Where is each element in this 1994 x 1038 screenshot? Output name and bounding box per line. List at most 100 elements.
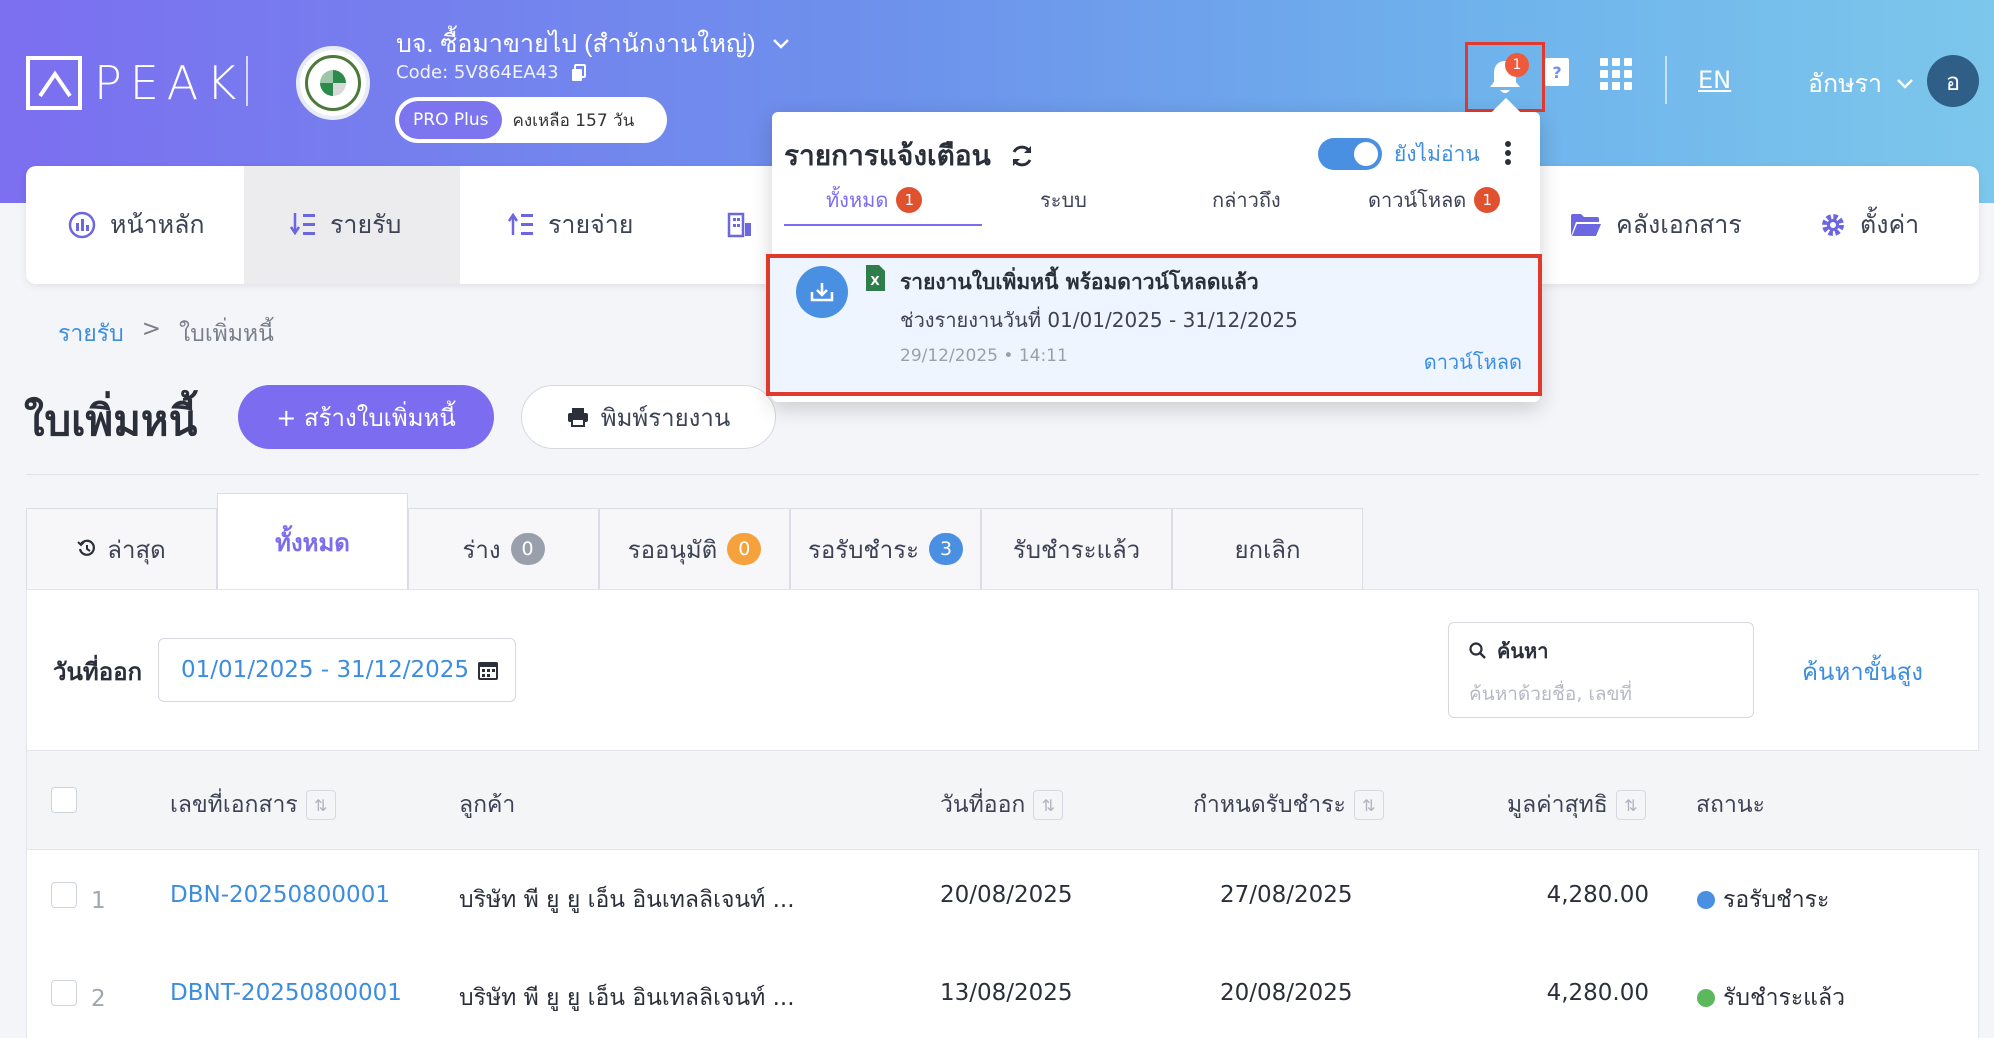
status-dot xyxy=(1697,891,1715,909)
column-amount[interactable]: มูลค่าสุทธิ ⇅ xyxy=(1507,787,1646,823)
column-due-date[interactable]: กำหนดรับชำระ ⇅ xyxy=(1193,787,1384,823)
nav-item-income[interactable]: รายรับ xyxy=(244,166,460,284)
nav-item-expense[interactable]: รายจ่าย xyxy=(508,166,633,284)
calendar-icon xyxy=(478,662,498,680)
refresh-icon[interactable] xyxy=(1009,143,1035,169)
tab-awaiting-payment[interactable]: รอรับชำระ 3 xyxy=(790,508,981,590)
advanced-search-link[interactable]: ค้นหาขั้นสูง xyxy=(1802,652,1923,691)
nav-item-home[interactable]: หน้าหลัก xyxy=(68,166,205,284)
peak-logo[interactable]: PEAK xyxy=(26,56,244,110)
company-code-text: Code: 5V864EA43 xyxy=(396,62,559,83)
logo-mark-icon xyxy=(26,56,82,110)
notification-dropdown: รายการแจ้งเตือน ยังไม่อ่าน ทั้งหมด 1 ระบ… xyxy=(766,112,1542,402)
nav-item-settings[interactable]: ตั้งค่า xyxy=(1820,166,1919,284)
building-icon xyxy=(727,212,751,238)
tab-label: รอรับชำระ xyxy=(808,535,919,564)
svg-text:?: ? xyxy=(1552,63,1561,82)
column-issue-date[interactable]: วันที่ออก ⇅ xyxy=(940,787,1064,823)
language-switch[interactable]: EN xyxy=(1698,66,1731,94)
table-header: เลขที่เอกสาร ⇅ ลูกค้า วันที่ออก ⇅ กำหนดรับ… xyxy=(27,750,1980,850)
doc-number-link[interactable]: DBN-20250800001 xyxy=(170,882,390,908)
tab-label: รออนุมัติ xyxy=(627,535,718,564)
row-checkbox[interactable] xyxy=(51,882,77,908)
notif-tab-label: ดาวน์โหลด xyxy=(1368,188,1467,212)
page-title: ใบเพิ่มหนี้ xyxy=(24,396,198,445)
column-label: วันที่ออก xyxy=(940,792,1026,818)
tab-paid[interactable]: รับชำระแล้ว xyxy=(981,508,1172,590)
header-divider xyxy=(246,56,248,106)
plan-remaining: คงเหลือ 157 วัน xyxy=(512,110,635,131)
notification-item[interactable]: X รายงานใบเพิ่มหนี้ พร้อมดาวน์โหลดแล้ว ช… xyxy=(766,254,1542,396)
column-doc-no[interactable]: เลขที่เอกสาร ⇅ xyxy=(170,787,336,823)
plan-label: PRO Plus xyxy=(399,101,503,139)
notif-tab-mentions[interactable]: กล่าวถึง xyxy=(1212,184,1281,216)
tab-draft[interactable]: ร่าง 0 xyxy=(408,508,599,590)
count-badge: 3 xyxy=(928,533,963,565)
tab-label: รับชำระแล้ว xyxy=(1012,535,1141,564)
date-range-picker[interactable]: 01/01/2025 - 31/12/2025 xyxy=(158,638,516,702)
tab-awaiting-approval[interactable]: รออนุมัติ 0 xyxy=(599,508,790,590)
sort-icon[interactable]: ⇅ xyxy=(1615,790,1646,820)
row-checkbox[interactable] xyxy=(51,980,77,1006)
nav-label: รายจ่าย xyxy=(548,210,634,239)
company-switcher[interactable]: บจ. ซื้อมาขายไป (สำนักงานใหญ่) xyxy=(396,24,790,64)
more-options-icon[interactable] xyxy=(1504,140,1512,166)
tab-label: ล่าสุด xyxy=(107,535,166,564)
notif-tab-downloads[interactable]: ดาวน์โหลด 1 xyxy=(1368,184,1501,216)
user-menu[interactable]: อักษรา xyxy=(1808,64,1914,104)
plan-badge[interactable]: PRO Plus คงเหลือ 157 วัน xyxy=(395,97,667,143)
chart-icon xyxy=(68,211,96,239)
status-text: รับชำระแล้ว xyxy=(1723,985,1846,1011)
company-logo[interactable] xyxy=(296,46,370,120)
nav-label: รายรับ xyxy=(330,210,402,239)
net-amount: 4,280.00 xyxy=(1546,980,1649,1006)
avatar[interactable]: อ xyxy=(1927,55,1979,107)
print-report-button[interactable]: พิมพ์รายงาน xyxy=(521,385,776,449)
nav-item-documents[interactable]: คลังเอกสาร xyxy=(1570,166,1742,284)
column-label: สถานะ xyxy=(1696,792,1765,818)
notification-item-title: รายงานใบเพิ่มหนี้ พร้อมดาวน์โหลดแล้ว xyxy=(900,270,1259,294)
date-range-value: 01/01/2025 - 31/12/2025 xyxy=(181,657,470,683)
issue-date: 20/08/2025 xyxy=(940,882,1073,908)
apps-grid-icon[interactable] xyxy=(1600,58,1632,90)
tab-latest[interactable]: ล่าสุด xyxy=(26,508,217,590)
folder-icon xyxy=(1571,214,1601,236)
tab-label: ร่าง xyxy=(462,535,501,564)
table-row[interactable]: 2 DBNT-20250800001 บริษัท พี ยู ยู เอ็น … xyxy=(27,948,1980,1038)
breadcrumb-parent[interactable]: รายรับ xyxy=(58,316,124,352)
unread-toggle[interactable] xyxy=(1318,138,1382,170)
copy-icon[interactable] xyxy=(571,63,587,82)
table-row[interactable]: 1 DBN-20250800001 บริษัท พี ยู ยู เอ็น อ… xyxy=(27,850,1980,948)
doc-number-link[interactable]: DBNT-20250800001 xyxy=(170,980,402,1006)
notif-tab-system[interactable]: ระบบ xyxy=(1040,184,1087,216)
status-badge: รับชำระแล้ว xyxy=(1697,980,1845,1016)
nav-item-assets[interactable] xyxy=(726,166,768,284)
count-badge: 1 xyxy=(1474,187,1501,213)
tab-cancelled[interactable]: ยกเลิก xyxy=(1172,508,1363,590)
status-text: รอรับชำระ xyxy=(1723,887,1830,913)
sort-icon[interactable]: ⇅ xyxy=(1033,790,1064,820)
download-link[interactable]: ดาวน์โหลด xyxy=(1424,346,1522,378)
create-button-label: + สร้างใบเพิ่มหนี้ xyxy=(276,403,456,432)
company-name: บจ. ซื้อมาขายไป (สำนักงานใหญ่) xyxy=(396,30,756,58)
net-amount: 4,280.00 xyxy=(1546,882,1649,908)
notif-tab-all[interactable]: ทั้งหมด 1 xyxy=(826,184,923,216)
column-label: กำหนดรับชำระ xyxy=(1193,792,1346,818)
gear-icon xyxy=(1822,214,1844,236)
sort-icon[interactable]: ⇅ xyxy=(1353,790,1384,820)
nav-label: คลังเอกสาร xyxy=(1616,210,1742,239)
excel-file-icon: X xyxy=(866,265,885,291)
count-badge: 0 xyxy=(510,533,545,565)
tab-all[interactable]: ทั้งหมด xyxy=(217,493,408,591)
print-button-label: พิมพ์รายงาน xyxy=(600,403,731,432)
nav-label: หน้าหลัก xyxy=(110,210,205,239)
notification-title: รายการแจ้งเตือน xyxy=(784,134,1035,178)
column-label: ลูกค้า xyxy=(459,792,516,818)
search-input[interactable]: ค้นหา ค้นหาด้วยชื่อ, เลขที่ xyxy=(1448,622,1754,718)
help-book-icon[interactable]: ? xyxy=(1543,56,1571,90)
select-all-checkbox[interactable] xyxy=(51,787,77,813)
notif-tab-label: กล่าวถึง xyxy=(1212,188,1281,212)
create-debit-note-button[interactable]: + สร้างใบเพิ่มหนี้ xyxy=(238,385,494,449)
row-index: 1 xyxy=(91,888,106,914)
sort-icon[interactable]: ⇅ xyxy=(305,790,336,820)
